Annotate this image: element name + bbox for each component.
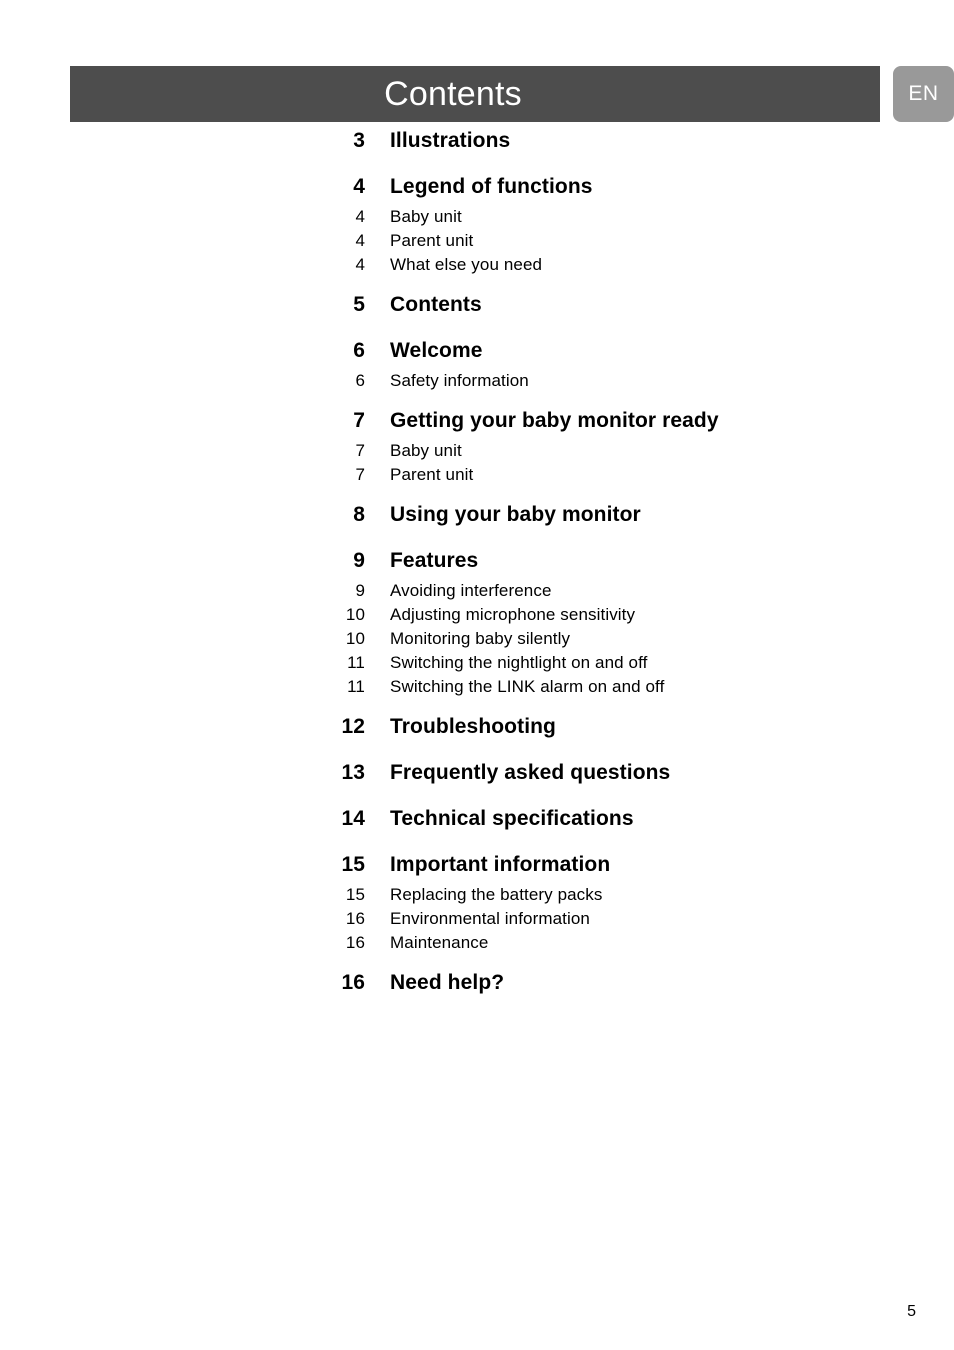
toc-chapter-entry[interactable]: 6 Welcome: [0, 339, 954, 371]
toc-chapter-label: Need help?: [390, 971, 505, 994]
toc-chapter-page-number: 5: [353, 293, 365, 316]
toc-group: 9 Features 9 Avoiding interference 10 Adjusti…: [0, 549, 954, 701]
toc-sub-label: Adjusting microphone sensitivity: [390, 605, 636, 624]
table-of-contents: 3 Illustrations 4 Legend of functions 4 Baby …: [0, 129, 954, 1003]
toc-sub-page-number: 15: [345, 885, 365, 904]
language-badge: EN: [893, 66, 954, 122]
toc-sub-page-number: 6: [355, 371, 365, 390]
toc-chapter-entry[interactable]: 13 Frequently asked questions: [0, 761, 954, 793]
toc-group: 16 Need help?: [0, 971, 954, 1003]
toc-sub-page-number: 7: [355, 441, 365, 460]
toc-sub-label: Monitoring baby silently: [390, 629, 571, 648]
toc-sub-page-number: 4: [355, 207, 365, 226]
toc-chapter-page-number: 3: [353, 129, 365, 152]
toc-group: 6 Welcome 6 Safety information: [0, 339, 954, 395]
toc-chapter-label: Using your baby monitor: [390, 503, 641, 526]
toc-sub-label: Parent unit: [390, 231, 474, 250]
toc-sub-entry[interactable]: 4 Parent unit: [0, 231, 954, 255]
toc-chapter-entry[interactable]: 7 Getting your baby monitor ready: [0, 409, 954, 441]
toc-chapter-page-number: 4: [353, 175, 365, 198]
toc-chapter-label: Welcome: [390, 339, 483, 362]
toc-chapter-entry[interactable]: 15 Important information: [0, 853, 954, 885]
toc-sub-page-number: 4: [355, 231, 365, 250]
toc-sub-entry[interactable]: 10 Monitoring baby silently: [0, 629, 954, 653]
toc-chapter-label: Illustrations: [390, 129, 511, 152]
language-badge-label: EN: [908, 82, 939, 105]
toc-chapter-label: Frequently asked questions: [390, 761, 671, 784]
toc-chapter-page-number: 12: [341, 715, 365, 738]
toc-group: 5 Contents: [0, 293, 954, 325]
toc-sub-label: Replacing the battery packs: [390, 885, 603, 904]
toc-chapter-entry[interactable]: 9 Features: [0, 549, 954, 581]
toc-group: 13 Frequently asked questions: [0, 761, 954, 793]
toc-chapter-label: Contents: [390, 293, 482, 316]
toc-sub-page-number: 10: [345, 605, 365, 624]
toc-chapter-page-number: 8: [353, 503, 365, 526]
toc-group: 3 Illustrations: [0, 129, 954, 161]
toc-chapter-page-number: 7: [353, 409, 365, 432]
toc-sub-entry[interactable]: 6 Safety information: [0, 371, 954, 395]
toc-group: 15 Important information 15 Replacing the b…: [0, 853, 954, 957]
toc-chapter-page-number: 16: [341, 971, 365, 994]
toc-group: 8 Using your baby monitor: [0, 503, 954, 535]
toc-chapter-entry[interactable]: 16 Need help?: [0, 971, 954, 1003]
toc-chapter-page-number: 14: [341, 807, 365, 830]
toc-chapter-entry[interactable]: 8 Using your baby monitor: [0, 503, 954, 535]
toc-sub-entry[interactable]: 4 What else you need: [0, 255, 954, 279]
toc-chapter-entry[interactable]: 3 Illustrations: [0, 129, 954, 161]
toc-sub-label: Switching the LINK alarm on and off: [390, 677, 665, 696]
toc-sub-page-number: 10: [345, 629, 365, 648]
toc-chapter-page-number: 9: [353, 549, 365, 572]
toc-sub-label: Baby unit: [390, 207, 462, 226]
toc-sub-label: Safety information: [390, 371, 529, 390]
toc-sub-entry[interactable]: 11 Switching the nightlight on and off: [0, 653, 954, 677]
page-title: Contents: [384, 75, 522, 113]
toc-sub-page-number: 7: [355, 465, 365, 484]
toc-chapter-page-number: 6: [353, 339, 365, 362]
toc-sub-entry[interactable]: 4 Baby unit: [0, 207, 954, 231]
toc-chapter-label: Troubleshooting: [390, 715, 556, 738]
toc-chapter-entry[interactable]: 14 Technical specifications: [0, 807, 954, 839]
toc-sub-entry[interactable]: 16 Environmental information: [0, 909, 954, 933]
toc-sub-label: Switching the nightlight on and off: [390, 653, 648, 672]
toc-sub-entry[interactable]: 9 Avoiding interference: [0, 581, 954, 605]
toc-sub-label: Baby unit: [390, 441, 462, 460]
toc-chapter-label: Legend of functions: [390, 175, 593, 198]
toc-group: 12 Troubleshooting: [0, 715, 954, 747]
toc-chapter-entry[interactable]: 12 Troubleshooting: [0, 715, 954, 747]
toc-sub-entry[interactable]: 7 Baby unit: [0, 441, 954, 465]
header-title-bar: Contents: [70, 66, 880, 122]
toc-sub-page-number: 4: [355, 255, 365, 274]
toc-group: 7 Getting your baby monitor ready 7 Baby un…: [0, 409, 954, 489]
toc-chapter-label: Important information: [390, 853, 611, 876]
toc-chapter-label: Features: [390, 549, 479, 572]
toc-chapter-entry[interactable]: 5 Contents: [0, 293, 954, 325]
toc-sub-label: Maintenance: [390, 933, 489, 952]
toc-sub-page-number: 9: [355, 581, 365, 600]
toc-group: 4 Legend of functions 4 Baby unit 4 Parent un…: [0, 175, 954, 279]
page-header: Contents EN: [0, 66, 954, 122]
toc-chapter-page-number: 15: [341, 853, 365, 876]
toc-sub-page-number: 16: [345, 909, 365, 928]
toc-sub-entry[interactable]: 11 Switching the LINK alarm on and off: [0, 677, 954, 701]
toc-chapter-label: Technical specifications: [390, 807, 634, 830]
toc-group: 14 Technical specifications: [0, 807, 954, 839]
toc-sub-entry[interactable]: 10 Adjusting microphone sensitivity: [0, 605, 954, 629]
toc-sub-label: Avoiding interference: [390, 581, 552, 600]
toc-sub-entry[interactable]: 7 Parent unit: [0, 465, 954, 489]
toc-sub-label: What else you need: [390, 255, 543, 274]
toc-chapter-page-number: 13: [341, 761, 365, 784]
toc-sub-entry[interactable]: 16 Maintenance: [0, 933, 954, 957]
toc-sub-page-number: 16: [345, 933, 365, 952]
footer-page-number: 5: [907, 1303, 916, 1320]
toc-sub-label: Environmental information: [390, 909, 590, 928]
toc-sub-label: Parent unit: [390, 465, 474, 484]
toc-sub-entry[interactable]: 15 Replacing the battery packs: [0, 885, 954, 909]
toc-sub-page-number: 11: [347, 653, 365, 672]
toc-chapter-label: Getting your baby monitor ready: [390, 409, 719, 432]
toc-sub-page-number: 11: [347, 677, 365, 696]
toc-chapter-entry[interactable]: 4 Legend of functions: [0, 175, 954, 207]
